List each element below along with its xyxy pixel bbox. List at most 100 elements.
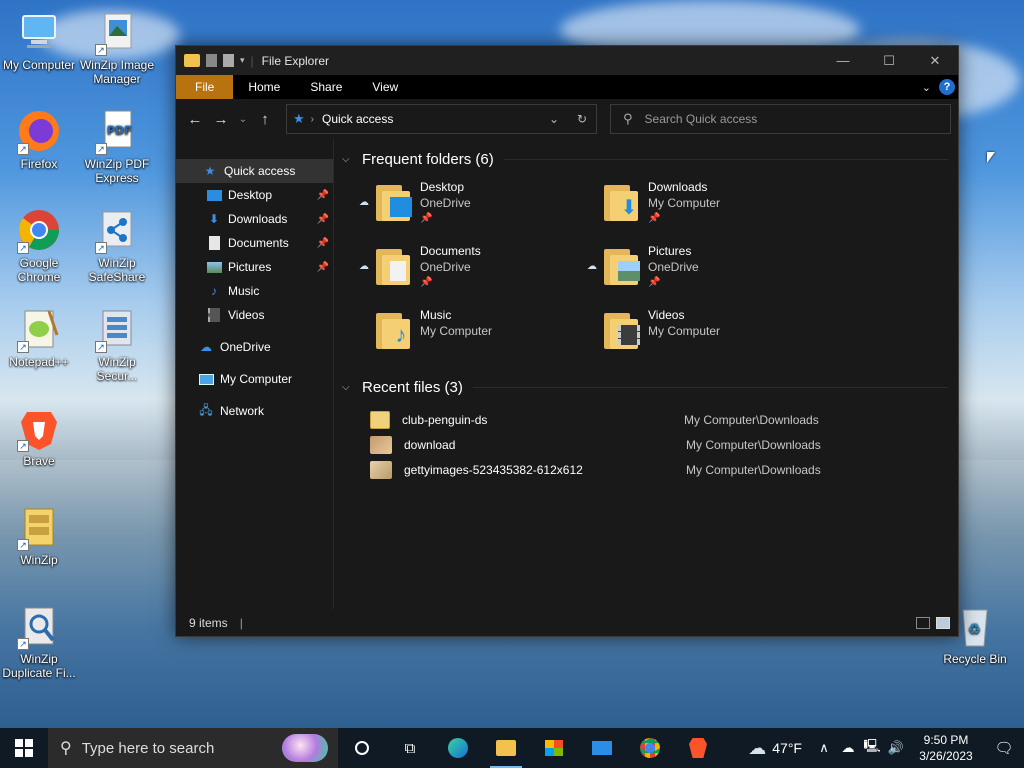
- taskbar-store[interactable]: [530, 728, 578, 768]
- minimize-button[interactable]: —: [820, 46, 866, 75]
- search-input[interactable]: ⚲ Search Quick access: [610, 104, 951, 134]
- nav-item-onedrive[interactable]: ☁ OneDrive: [176, 335, 333, 359]
- shortcut-arrow-icon: ↗: [17, 242, 29, 254]
- notifications-button[interactable]: 🗨: [984, 728, 1024, 768]
- large-icons-view-icon[interactable]: [936, 616, 950, 629]
- maximize-button[interactable]: ☐: [866, 46, 912, 75]
- details-view-icon[interactable]: [916, 616, 930, 629]
- folder-icon: [374, 243, 414, 287]
- nav-item-music[interactable]: ♪ Music: [176, 279, 333, 303]
- desktop-icon-notepadpp[interactable]: ↗ Notepad++: [0, 305, 78, 369]
- section-title: Frequent folders (6): [362, 150, 494, 168]
- nav-item-network[interactable]: 🖧 Network: [176, 399, 333, 423]
- recent-files-header[interactable]: ⌵ Recent files (3): [342, 375, 958, 399]
- desktop-icon-my-computer[interactable]: My Computer: [0, 8, 78, 72]
- forward-arrow-icon[interactable]: →: [210, 108, 232, 130]
- desktop-icon-winzip-duplicate[interactable]: ↗ WinZip Duplicate Fi...: [0, 602, 78, 680]
- pin-icon: 📌: [316, 237, 329, 249]
- nav-item-videos[interactable]: Videos: [176, 303, 333, 327]
- document-icon: [206, 235, 222, 251]
- chevron-down-icon: ⌵: [342, 381, 350, 393]
- address-history-icon[interactable]: ⌄: [540, 112, 568, 126]
- pin-icon: 📌: [316, 213, 329, 225]
- nav-item-pictures[interactable]: Pictures 📌: [176, 255, 333, 279]
- start-button[interactable]: [0, 728, 48, 768]
- desktop-icon-firefox[interactable]: ↗ Firefox: [0, 107, 78, 171]
- recent-file-row[interactable]: club-penguin-ds My Computer\Downloads: [370, 407, 958, 432]
- desktop-icon-winzip-image-manager[interactable]: ↗ WinZip Image Manager: [78, 8, 156, 86]
- up-arrow-icon[interactable]: ↑: [254, 108, 276, 130]
- nav-item-quick-access[interactable]: ★ Quick access: [176, 159, 333, 183]
- desktop-icon-winzip-secure[interactable]: ↗ WinZip Secur...: [78, 305, 156, 383]
- expand-ribbon-icon[interactable]: ⌄: [922, 81, 931, 94]
- folder-tile-downloads[interactable]: ⬇ Downloads My Computer 📌: [582, 179, 810, 227]
- content-pane: ⌵ Frequent folders (6) ☁ Desktop OneDriv…: [333, 139, 958, 609]
- file-name: download: [404, 437, 456, 452]
- brave-icon: ↗: [15, 404, 63, 452]
- pin-icon: 📌: [316, 261, 329, 273]
- close-button[interactable]: ✕: [912, 46, 958, 75]
- customize-toolbar-icon[interactable]: ▾: [240, 55, 245, 66]
- folder-tile-videos[interactable]: Videos My Computer: [582, 307, 810, 355]
- nav-item-my-computer[interactable]: My Computer: [176, 367, 333, 391]
- taskbar-search-box[interactable]: ⚲ Type here to search: [48, 728, 338, 768]
- recent-file-row[interactable]: gettyimages-523435382-612x612 My Compute…: [370, 457, 958, 482]
- quick-access-toolbar: ▾ |: [184, 54, 254, 68]
- desktop-icon-label: Google Chrome: [17, 256, 61, 284]
- folder-tile-music[interactable]: ♪ Music My Computer: [354, 307, 582, 355]
- tab-view[interactable]: View: [357, 75, 413, 99]
- breadcrumb-separator-icon: ›: [310, 113, 314, 125]
- folder-location: OneDrive: [420, 196, 471, 210]
- tab-share[interactable]: Share: [295, 75, 357, 99]
- refresh-icon[interactable]: ↻: [568, 112, 596, 126]
- nav-item-documents[interactable]: Documents 📌: [176, 231, 333, 255]
- nav-item-desktop[interactable]: Desktop 📌: [176, 183, 333, 207]
- taskbar-chrome[interactable]: [626, 728, 674, 768]
- desktop-icon-winzip-safeshare[interactable]: ↗ WinZip SafeShare: [78, 206, 156, 284]
- weather-widget[interactable]: ☁ 47°F: [738, 738, 812, 759]
- toolbar-divider: |: [250, 53, 254, 68]
- folder-tile-documents[interactable]: ☁ Documents OneDrive 📌: [354, 243, 582, 291]
- nav-item-downloads[interactable]: ⬇ Downloads 📌: [176, 207, 333, 231]
- folder-location: OneDrive: [648, 260, 699, 274]
- desktop-icon-brave[interactable]: ↗ Brave: [0, 404, 78, 468]
- nav-item-label: Network: [220, 404, 265, 418]
- cortana-button[interactable]: [338, 728, 386, 768]
- image-file-icon: [370, 460, 392, 479]
- address-bar[interactable]: ★ › Quick access ⌄ ↻: [286, 104, 597, 134]
- computer-icon: [198, 371, 214, 387]
- file-explorer-window[interactable]: ▾ | File Explorer — ☐ ✕ File Home Share …: [175, 45, 959, 637]
- taskbar-mail[interactable]: [578, 728, 626, 768]
- folder-name: Pictures: [648, 244, 692, 258]
- help-button[interactable]: ?: [939, 79, 955, 95]
- desktop-icon-winzip-pdf-express[interactable]: PDF ↗ WinZip PDF Express: [78, 107, 156, 185]
- onedrive-icon[interactable]: ☁: [836, 740, 860, 756]
- desktop-icon-winzip[interactable]: ↗ WinZip: [0, 503, 78, 567]
- breadcrumb-location[interactable]: Quick access: [322, 112, 393, 126]
- edge-icon: [448, 738, 468, 758]
- volume-icon[interactable]: 🔊: [884, 740, 908, 756]
- taskbar-file-explorer[interactable]: [482, 728, 530, 768]
- folder-tile-desktop[interactable]: ☁ Desktop OneDrive 📌: [354, 179, 582, 227]
- folder-name: Downloads: [648, 180, 708, 194]
- clock[interactable]: 9:50 PM 3/26/2023: [908, 732, 984, 764]
- tab-file[interactable]: File: [176, 75, 234, 99]
- back-arrow-icon[interactable]: ←: [184, 108, 206, 130]
- taskbar-edge[interactable]: [434, 728, 482, 768]
- desktop-icon-google-chrome[interactable]: ↗ Google Chrome: [0, 206, 78, 284]
- frequent-folders-header[interactable]: ⌵ Frequent folders (6): [342, 147, 958, 171]
- network-icon[interactable]: 🖳: [860, 737, 884, 759]
- new-folder-icon[interactable]: [223, 54, 234, 67]
- cloud-icon: ☁: [200, 340, 212, 354]
- recent-file-row[interactable]: download My Computer\Downloads: [370, 432, 958, 457]
- tab-home[interactable]: Home: [233, 75, 295, 99]
- taskbar-brave[interactable]: [674, 728, 722, 768]
- title-bar[interactable]: ▾ | File Explorer — ☐ ✕: [176, 46, 958, 75]
- navigation-pane: ★ Quick access Desktop 📌 ⬇ Downloads 📌 D…: [176, 139, 333, 609]
- recent-locations-icon[interactable]: ⌄: [236, 108, 250, 130]
- properties-icon[interactable]: [206, 54, 217, 67]
- folder-name: Videos: [648, 308, 685, 322]
- chevron-up-icon[interactable]: ∧: [812, 740, 836, 756]
- folder-tile-pictures[interactable]: ☁ Pictures OneDrive 📌: [582, 243, 810, 291]
- task-view-button[interactable]: ⧉: [386, 728, 434, 768]
